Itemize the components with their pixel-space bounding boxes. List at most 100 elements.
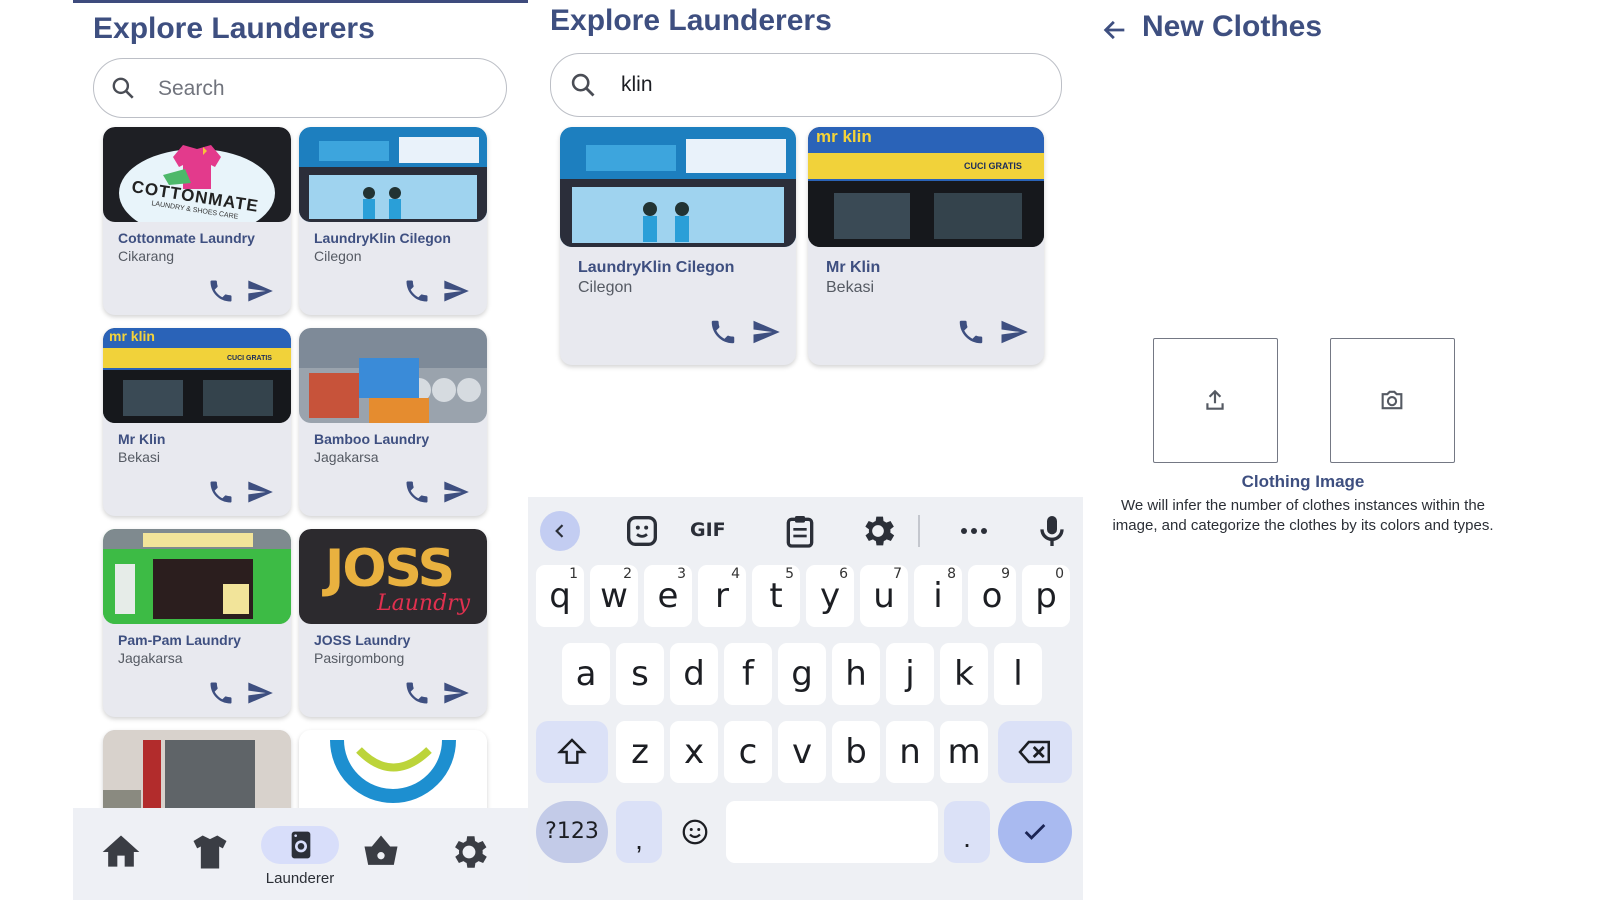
send-icon[interactable] — [441, 679, 471, 707]
page-title: Explore Launderers — [93, 12, 375, 45]
key-e[interactable]: e3 — [644, 565, 692, 627]
key-q[interactable]: q1 — [536, 565, 584, 627]
gif-button[interactable]: GIF — [690, 519, 726, 541]
key-l[interactable]: l — [994, 643, 1042, 705]
key-j[interactable]: j — [886, 643, 934, 705]
key-o[interactable]: o9 — [968, 565, 1016, 627]
done-key[interactable] — [998, 801, 1072, 863]
launderer-image: JOSS Laundry — [299, 529, 487, 624]
launderer-card[interactable]: JOSS Laundry JOSS Laundry Pasirgombong — [299, 529, 487, 717]
search-input[interactable]: Search — [93, 58, 507, 118]
launderer-name: Mr Klin — [118, 431, 166, 447]
key-x[interactable]: x — [670, 721, 718, 783]
phone-icon[interactable] — [956, 317, 986, 347]
phone-icon[interactable] — [207, 679, 235, 707]
take-photo-button[interactable] — [1330, 338, 1455, 463]
launderer-card[interactable]: Pam-Pam Laundry Jagakarsa — [103, 529, 291, 717]
send-icon[interactable] — [245, 478, 275, 506]
symbols-key[interactable]: ?123 — [536, 801, 608, 863]
soft-keyboard: GIF q1 w2 e3 r4 t5 y6 u7 i8 o9 p0 a s d … — [528, 497, 1083, 900]
home-icon[interactable] — [99, 830, 143, 874]
joss-logo-text: JOSS — [325, 539, 455, 599]
clothing-image-label: Clothing Image — [1241, 472, 1365, 491]
key-b[interactable]: b — [832, 721, 880, 783]
shift-key[interactable] — [536, 721, 608, 783]
basket-icon[interactable] — [359, 830, 403, 874]
key-v[interactable]: v — [778, 721, 826, 783]
upload-image-button[interactable] — [1153, 338, 1278, 463]
clothing-image-description: We will infer the number of clothes inst… — [1112, 497, 1494, 534]
gear-icon[interactable] — [858, 511, 898, 551]
launderer-location: Pasirgombong — [314, 650, 405, 666]
emoji-icon — [682, 819, 708, 845]
launderer-name: LaundryKlin Cilegon — [314, 230, 451, 246]
key-z[interactable]: z — [616, 721, 664, 783]
microphone-icon[interactable] — [1032, 511, 1072, 551]
launderer-name: Pam-Pam Laundry — [118, 632, 241, 648]
launderer-name: Mr Klin — [826, 259, 881, 276]
key-y[interactable]: y6 — [806, 565, 854, 627]
shirt-icon[interactable] — [188, 830, 232, 874]
more-icon[interactable] — [954, 511, 994, 551]
key-r[interactable]: r4 — [698, 565, 746, 627]
launderer-image — [299, 127, 487, 222]
key-k[interactable]: k — [940, 643, 988, 705]
period-key[interactable]: . — [944, 801, 990, 863]
space-key[interactable] — [726, 801, 938, 863]
key-a[interactable]: a — [562, 643, 610, 705]
search-icon — [571, 73, 595, 97]
key-c[interactable]: c — [724, 721, 772, 783]
phone-icon[interactable] — [207, 277, 235, 305]
check-icon — [1024, 824, 1046, 840]
launderer-card[interactable]: LaundryKlin Cilegon Cilegon — [560, 127, 796, 365]
launderer-image: mr klin CUCI GRATIS — [808, 127, 1044, 247]
page-title: New Clothes — [1142, 10, 1323, 43]
phone-icon[interactable] — [403, 277, 431, 305]
launderer-card[interactable]: LaundryKlin Cilegon Cilegon — [299, 127, 487, 315]
send-icon[interactable] — [998, 317, 1030, 347]
key-p[interactable]: p0 — [1022, 565, 1070, 627]
key-n[interactable]: n — [886, 721, 934, 783]
launderer-image — [103, 529, 291, 624]
backspace-key[interactable] — [998, 721, 1072, 783]
launderer-card[interactable]: mr klin CUCI GRATIS Mr Klin Bekasi — [103, 328, 291, 516]
launderer-name: JOSS Laundry — [314, 632, 411, 648]
key-d[interactable]: d — [670, 643, 718, 705]
nav-active-label: Launderer — [265, 870, 335, 887]
key-g[interactable]: g — [778, 643, 826, 705]
key-f[interactable]: f — [724, 643, 772, 705]
send-icon[interactable] — [245, 277, 275, 305]
key-h[interactable]: h — [832, 643, 880, 705]
launderer-card[interactable]: COTTONMATE LAUNDRY & SHOES CARE Cottonma… — [103, 127, 291, 315]
send-icon[interactable] — [441, 277, 471, 305]
send-icon[interactable] — [245, 679, 275, 707]
launderer-card[interactable]: mr klin CUCI GRATIS Mr Klin Bekasi — [808, 127, 1044, 365]
comma-key[interactable]: , — [616, 801, 662, 863]
phone-icon[interactable] — [403, 478, 431, 506]
back-arrow-icon[interactable] — [1101, 16, 1129, 44]
key-s[interactable]: s — [616, 643, 664, 705]
page-title: Explore Launderers — [550, 4, 832, 37]
backspace-icon — [1018, 740, 1050, 764]
key-u[interactable]: u7 — [860, 565, 908, 627]
launderer-image — [299, 328, 487, 423]
send-icon[interactable] — [750, 317, 782, 347]
key-m[interactable]: m — [940, 721, 988, 783]
washing-machine-icon[interactable] — [285, 828, 317, 862]
send-icon[interactable] — [441, 478, 471, 506]
gear-icon[interactable] — [447, 830, 491, 874]
phone-icon[interactable] — [207, 478, 235, 506]
phone-icon[interactable] — [403, 679, 431, 707]
key-i[interactable]: i8 — [914, 565, 962, 627]
launderer-card[interactable]: Bamboo Laundry Jagakarsa — [299, 328, 487, 516]
phone-icon[interactable] — [708, 317, 738, 347]
emoji-key[interactable] — [670, 801, 720, 863]
search-input[interactable]: klin — [550, 53, 1062, 117]
shift-icon — [557, 738, 587, 764]
explore-launderers-screen: Explore Launderers Search COTTONMATE LAU… — [73, 0, 528, 900]
key-t[interactable]: t5 — [752, 565, 800, 627]
bottom-navigation: Launderer — [73, 808, 528, 900]
launderer-name: Cottonmate Laundry — [118, 230, 255, 246]
key-w[interactable]: w2 — [590, 565, 638, 627]
launderer-location: Bekasi — [118, 449, 161, 465]
